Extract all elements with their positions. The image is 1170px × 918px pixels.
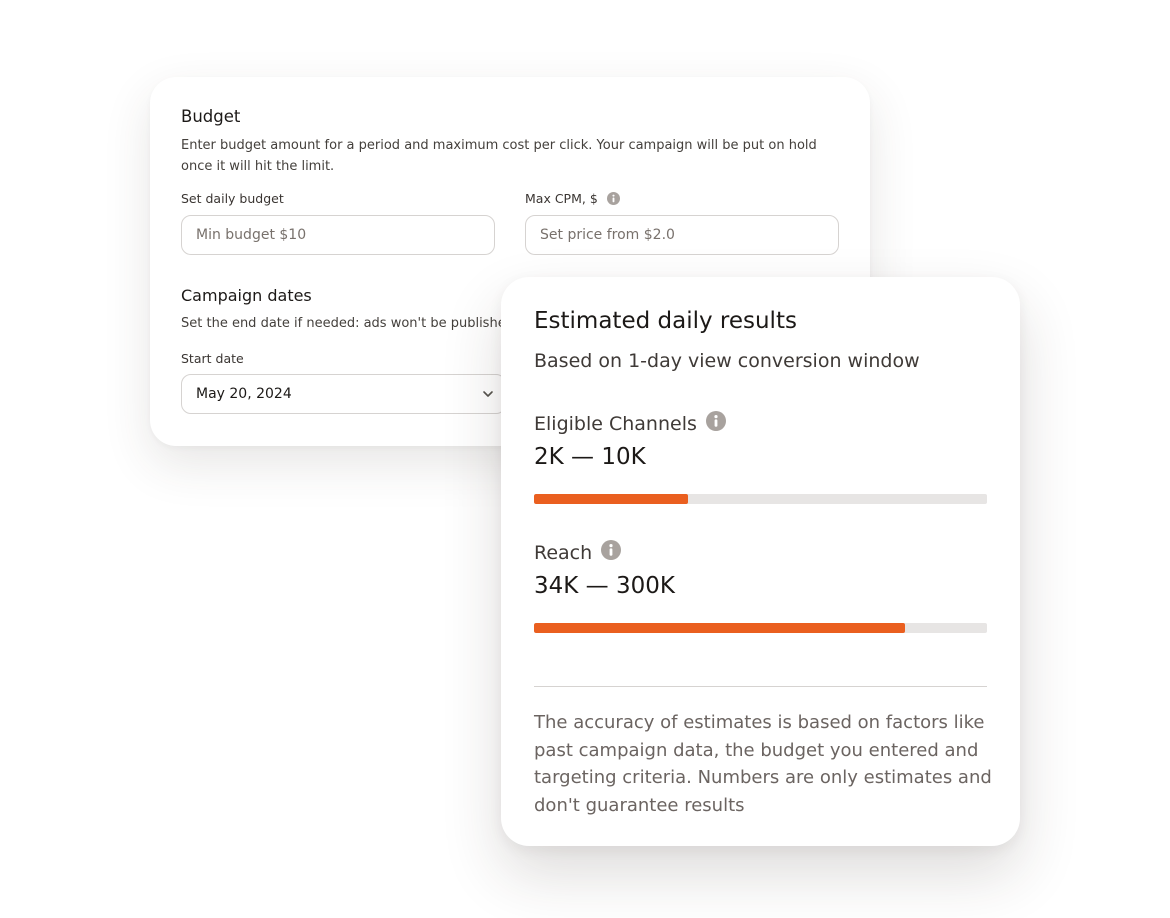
- max-cpm-label: Max CPM, $: [525, 191, 620, 208]
- info-icon[interactable]: [606, 192, 620, 208]
- campaign-dates-title: Campaign dates: [181, 286, 312, 305]
- campaign-dates-description: Set the end date if needed: ads won't be…: [181, 316, 506, 331]
- max-cpm-input[interactable]: [525, 215, 839, 255]
- stage: Budget Enter budget amount for a period …: [0, 0, 1170, 918]
- daily-budget-input[interactable]: [181, 215, 495, 255]
- start-date-select[interactable]: May 20, 2024: [181, 374, 506, 414]
- info-icon[interactable]: [601, 540, 622, 565]
- estimates-card: Estimated daily results Based on 1-day v…: [501, 277, 1020, 846]
- budget-description: Enter budget amount for a period and max…: [181, 138, 817, 174]
- daily-budget-label-text: Set daily budget: [181, 191, 284, 206]
- start-date-label-text: Start date: [181, 351, 244, 366]
- start-date-value: May 20, 2024: [196, 386, 292, 402]
- progress-fill: [534, 623, 906, 633]
- metric-label-eligible-channels: Eligible Channels: [534, 411, 726, 436]
- budget-title: Budget: [181, 107, 241, 126]
- metric-label-text: Reach: [534, 541, 593, 564]
- progress-fill: [534, 494, 689, 504]
- max-cpm-label-text: Max CPM, $: [525, 191, 598, 206]
- estimates-note: The accuracy of estimates is based on fa…: [534, 712, 992, 816]
- metric-label-reach: Reach: [534, 540, 622, 565]
- metric-value-eligible-channels: 2K — 10K: [534, 444, 646, 470]
- start-date-label: Start date: [181, 351, 244, 366]
- estimates-title: Estimated daily results: [534, 308, 797, 334]
- divider: [534, 686, 987, 687]
- estimates-subtitle: Based on 1-day view conversion window: [534, 350, 920, 372]
- progress-bar-reach: [534, 623, 987, 633]
- daily-budget-label: Set daily budget: [181, 191, 284, 206]
- metric-label-text: Eligible Channels: [534, 412, 697, 435]
- chevron-down-icon: [481, 387, 495, 405]
- info-icon[interactable]: [705, 411, 726, 436]
- metric-value-reach: 34K — 300K: [534, 573, 675, 599]
- progress-bar-eligible-channels: [534, 494, 987, 504]
